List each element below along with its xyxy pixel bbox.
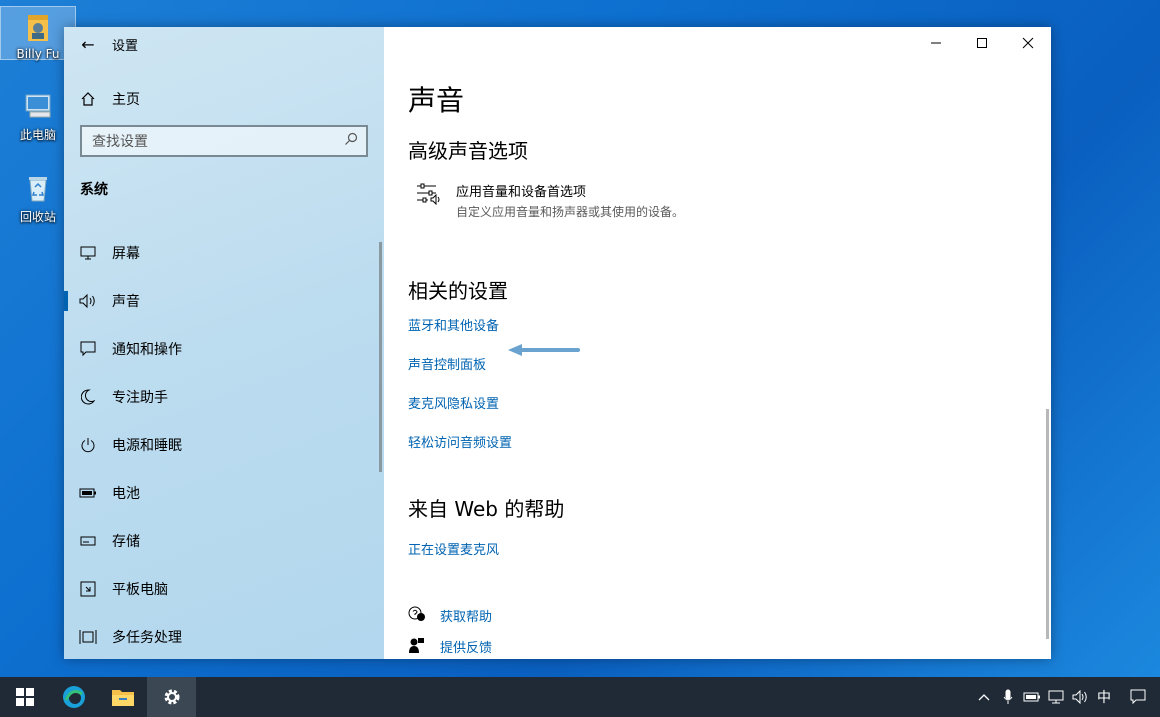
sidebar-item-display[interactable]: 屏幕 <box>64 229 384 277</box>
sidebar-nav: 屏幕 声音 通知和操作 专注助手 电源和睡眠 电池 存储 平板电脑 多任务处理 <box>64 229 384 661</box>
link-setting-up-microphone[interactable]: 正在设置麦克风 <box>408 539 1028 558</box>
option-title: 应用音量和设备首选项 <box>456 185 587 200</box>
content-pane: 声音 高级声音选项 应用音量和设备首选项 自定义应用音量和扬声器或其使用的设备。… <box>384 27 1051 659</box>
search-placeholder: 查找设置 <box>92 134 148 150</box>
monitor-icon <box>64 246 112 260</box>
back-button[interactable]: ← <box>64 27 112 61</box>
search-input[interactable]: 查找设置 <box>80 125 368 157</box>
system-tray: 中 <box>972 677 1160 717</box>
power-icon <box>64 437 112 453</box>
folder-icon <box>111 690 134 706</box>
storage-icon <box>64 536 112 546</box>
get-help-label: 获取帮助 <box>440 610 493 625</box>
multitask-icon <box>64 629 112 645</box>
start-button[interactable] <box>0 677 49 717</box>
sidebar-item-label: 存储 <box>112 534 140 550</box>
battery-icon <box>64 488 112 498</box>
windows-logo-icon <box>15 688 34 706</box>
gear-icon <box>164 689 179 705</box>
sidebar-item-label: 通知和操作 <box>112 342 182 358</box>
sidebar-item-home[interactable]: 主页 <box>64 77 384 121</box>
annotation-arrow <box>508 344 580 356</box>
advanced-heading: 高级声音选项 <box>408 139 528 163</box>
feedback-label: 提供反馈 <box>440 641 493 656</box>
link-sound-control-panel[interactable]: 声音控制面板 <box>408 354 1028 393</box>
taskbar-explorer-button[interactable] <box>98 677 147 717</box>
sidebar-item-label: 专注助手 <box>112 390 168 406</box>
page-title: 声音 <box>408 84 465 117</box>
taskbar: 中 <box>0 677 1160 717</box>
computer-icon <box>22 90 54 122</box>
moon-icon <box>64 389 112 405</box>
sidebar-header: ← 设置 <box>64 27 384 61</box>
back-arrow-icon: ← <box>81 34 95 54</box>
user-folder-icon <box>22 11 54 43</box>
taskbar-edge-button[interactable] <box>49 677 98 717</box>
sidebar-item-notifications[interactable]: 通知和操作 <box>64 325 384 373</box>
tray-chevron-up-icon[interactable] <box>972 677 996 717</box>
link-bluetooth[interactable]: 蓝牙和其他设备 <box>408 315 1028 354</box>
sidebar-item-label: 声音 <box>112 294 140 310</box>
link-ease-of-access-audio[interactable]: 轻松访问音频设置 <box>408 432 1028 471</box>
home-icon <box>64 91 112 107</box>
taskbar-settings-button[interactable] <box>147 677 196 717</box>
content-scrollbar[interactable] <box>1046 409 1049 639</box>
option-description: 自定义应用音量和扬声器或其使用的设备。 <box>456 205 685 219</box>
sidebar-item-battery[interactable]: 电池 <box>64 469 384 517</box>
sidebar-item-tablet[interactable]: 平板电脑 <box>64 565 384 613</box>
minimize-icon <box>931 42 941 44</box>
minimize-button[interactable] <box>913 27 959 59</box>
edge-icon <box>62 686 85 708</box>
notification-icon <box>64 341 112 357</box>
close-icon <box>1022 37 1034 49</box>
help-chat-icon <box>408 606 440 626</box>
section-label: 系统 <box>80 182 108 198</box>
search-icon <box>344 132 358 150</box>
sidebar-item-label: 平板电脑 <box>112 582 168 598</box>
settings-window: ← 设置 主页 查找设置 系统 屏幕 声音 通知和操作 专注助手 电源和睡眠 电… <box>64 27 1051 659</box>
feedback-link[interactable]: 提供反馈 <box>408 631 1028 662</box>
sidebar: ← 设置 主页 查找设置 系统 屏幕 声音 通知和操作 专注助手 电源和睡眠 电… <box>64 27 384 659</box>
sliders-icon <box>416 181 456 220</box>
sidebar-scrollbar[interactable] <box>379 242 382 472</box>
tray-battery-icon[interactable] <box>1020 677 1044 717</box>
content-body: 声音 高级声音选项 应用音量和设备首选项 自定义应用音量和扬声器或其使用的设备。… <box>408 79 1028 662</box>
close-button[interactable] <box>1005 27 1051 59</box>
feedback-icon <box>408 637 440 657</box>
sidebar-item-sound[interactable]: 声音 <box>64 277 384 325</box>
window-title: 设置 <box>112 38 139 54</box>
sidebar-item-multitasking[interactable]: 多任务处理 <box>64 613 384 661</box>
maximize-icon <box>977 38 987 48</box>
tray-network-icon[interactable] <box>1044 677 1068 717</box>
sidebar-item-label: 多任务处理 <box>112 630 182 646</box>
tray-microphone-icon[interactable] <box>996 677 1020 717</box>
tray-ime-indicator[interactable]: 中 <box>1092 677 1116 717</box>
app-volume-option[interactable]: 应用音量和设备首选项 自定义应用音量和扬声器或其使用的设备。 <box>416 181 1028 220</box>
tablet-icon <box>64 581 112 597</box>
get-help-link[interactable]: 获取帮助 <box>408 600 1028 631</box>
sidebar-item-label: 主页 <box>112 92 140 108</box>
speaker-icon <box>64 294 112 308</box>
tray-notification-icon[interactable] <box>1116 677 1160 717</box>
title-bar <box>384 27 1051 59</box>
related-heading: 相关的设置 <box>408 279 508 303</box>
maximize-button[interactable] <box>959 27 1005 59</box>
recycle-bin-icon <box>22 172 54 204</box>
sidebar-item-label: 电源和睡眠 <box>112 438 182 454</box>
sidebar-item-power-sleep[interactable]: 电源和睡眠 <box>64 421 384 469</box>
sidebar-item-storage[interactable]: 存储 <box>64 517 384 565</box>
sidebar-item-label: 屏幕 <box>112 246 140 262</box>
link-microphone-privacy[interactable]: 麦克风隐私设置 <box>408 393 1028 432</box>
web-help-heading: 来自 Web 的帮助 <box>408 497 565 521</box>
sidebar-item-focus-assist[interactable]: 专注助手 <box>64 373 384 421</box>
tray-volume-icon[interactable] <box>1068 677 1092 717</box>
sidebar-item-label: 电池 <box>112 486 140 502</box>
